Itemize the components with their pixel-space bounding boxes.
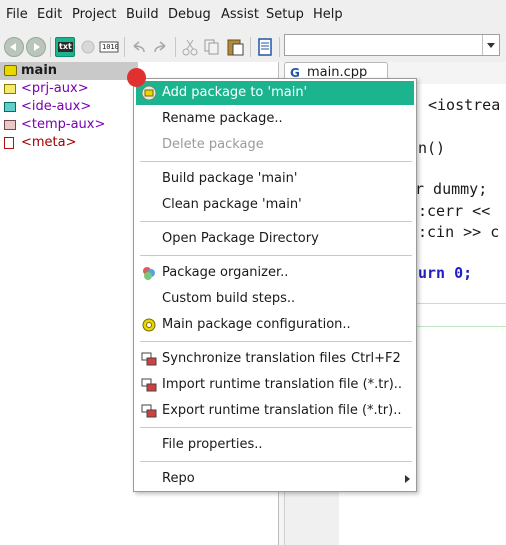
menu-item-rename-package[interactable]: Rename package.. [136, 107, 414, 131]
menu-assist[interactable]: Assist [221, 7, 259, 22]
tree-item-ide-aux[interactable]: <ide-aux> [0, 98, 138, 116]
menu-item-open-package-directory[interactable]: Open Package Directory [136, 227, 414, 251]
toolbar-separator [279, 37, 280, 57]
menu-item-delete-package: Delete package [136, 133, 414, 157]
menu-item-main-package-configuration[interactable]: Main package configuration.. [136, 313, 414, 337]
cut-icon[interactable] [180, 37, 200, 57]
menu-build[interactable]: Build [126, 7, 159, 22]
undo-icon[interactable] [129, 37, 149, 57]
menu-item-label: Package organizer.. [162, 265, 289, 280]
menu-bar: File Edit Project Build Debug Assist Set… [0, 0, 506, 32]
menu-item-synchronize-translation[interactable]: Synchronize translation files Ctrl+F2 [136, 347, 414, 371]
tree-item-label: <prj-aux> [21, 81, 89, 96]
code-line-5: :cin >> c [418, 223, 500, 241]
menu-edit[interactable]: Edit [37, 7, 62, 22]
menu-item-label: File properties.. [162, 437, 263, 452]
aux-file-icon [4, 102, 16, 112]
bin-label: 1010 [102, 43, 119, 51]
menu-item-label: Clean package 'main' [162, 197, 302, 212]
menu-help[interactable]: Help [313, 7, 343, 22]
menu-item-repo[interactable]: Repo [136, 467, 414, 491]
package-organizer-icon [143, 267, 155, 280]
menu-item-label: Rename package.. [162, 111, 283, 126]
aux-file-icon [4, 84, 16, 94]
toolbar-separator [50, 37, 51, 57]
menu-item-clean-package[interactable]: Clean package 'main' [136, 193, 414, 217]
tree-item-main[interactable]: main [0, 62, 138, 80]
configuration-icon [142, 318, 156, 332]
menu-project[interactable]: Project [72, 7, 116, 22]
click-indicator [127, 68, 146, 87]
menu-item-build-package[interactable]: Build package 'main' [136, 167, 414, 191]
translation-icon [141, 352, 157, 366]
menu-separator [140, 461, 412, 462]
menu-item-file-properties[interactable]: File properties.. [136, 433, 414, 457]
menu-item-export-translation[interactable]: Export runtime translation file (*.tr).. [136, 399, 414, 423]
txt-label: txt [58, 42, 73, 52]
paste-icon[interactable] [225, 37, 245, 57]
meta-file-icon [4, 137, 14, 149]
menu-item-label: Repo [162, 471, 195, 486]
menu-item-label: Synchronize translation files [162, 351, 346, 366]
disabled-tool-icon [78, 37, 98, 57]
menu-item-label: Open Package Directory [162, 231, 319, 246]
menu-separator [140, 161, 412, 162]
menu-item-package-organizer[interactable]: Package organizer.. [136, 261, 414, 285]
back-icon[interactable] [4, 37, 24, 57]
tree-item-temp-aux[interactable]: <temp-aux> [0, 116, 138, 134]
package-icon [4, 65, 17, 76]
tree-item-prj-aux[interactable]: <prj-aux> [0, 80, 138, 98]
code-line-6: urn 0; [418, 264, 473, 282]
menu-item-label: Custom build steps.. [162, 291, 296, 306]
menu-item-label: Import runtime translation file (*.tr).. [162, 377, 403, 392]
menu-item-label: Build package 'main' [162, 171, 298, 186]
menu-item-label: Main package configuration.. [162, 317, 351, 332]
menu-separator [140, 221, 412, 222]
redo-icon[interactable] [150, 37, 170, 57]
menu-item-shortcut: Ctrl+F2 [351, 351, 401, 366]
menu-item-add-package[interactable]: Add package to 'main' [136, 81, 414, 105]
translation-icon [141, 404, 157, 418]
toolbar-separator [124, 37, 125, 57]
menu-item-label: Delete package [162, 137, 264, 152]
menu-separator [140, 341, 412, 342]
tree-item-meta[interactable]: <meta> [0, 134, 138, 152]
menu-item-custom-build-steps[interactable]: Custom build steps.. [136, 287, 414, 311]
tree-item-label: <meta> [21, 135, 77, 150]
package-context-menu: Add package to 'main' Rename package.. D… [133, 78, 417, 492]
document-icon[interactable] [255, 37, 275, 57]
code-line-2: n() [418, 139, 446, 157]
add-package-icon [141, 85, 157, 101]
tree-item-label: <ide-aux> [21, 99, 92, 114]
toolbar-separator [250, 37, 251, 57]
tree-item-label: <temp-aux> [21, 117, 106, 132]
binary-mode-button[interactable]: 1010 [99, 37, 119, 57]
menu-file[interactable]: File [6, 7, 28, 22]
translation-icon [141, 378, 157, 392]
text-mode-button[interactable]: txt [55, 37, 75, 57]
code-line-1: <iostrea [428, 96, 501, 114]
chevron-right-icon [405, 475, 410, 483]
build-config-combo[interactable] [284, 34, 500, 56]
menu-separator [140, 427, 412, 428]
copy-icon[interactable] [202, 37, 222, 57]
code-line-3: r dummy; [415, 180, 488, 198]
menu-item-label: Add package to 'main' [162, 85, 308, 100]
aux-file-icon [4, 120, 16, 130]
menu-debug[interactable]: Debug [168, 7, 211, 22]
menu-item-label: Export runtime translation file (*.tr).. [162, 403, 402, 418]
menu-separator [140, 255, 412, 256]
code-line-4: :cerr << [418, 202, 491, 220]
package-label: main [21, 63, 58, 78]
toolbar-separator [175, 37, 176, 57]
menu-setup[interactable]: Setup [266, 7, 304, 22]
forward-icon[interactable] [26, 37, 46, 57]
chevron-down-icon[interactable] [482, 35, 499, 55]
menu-item-import-translation[interactable]: Import runtime translation file (*.tr).. [136, 373, 414, 397]
